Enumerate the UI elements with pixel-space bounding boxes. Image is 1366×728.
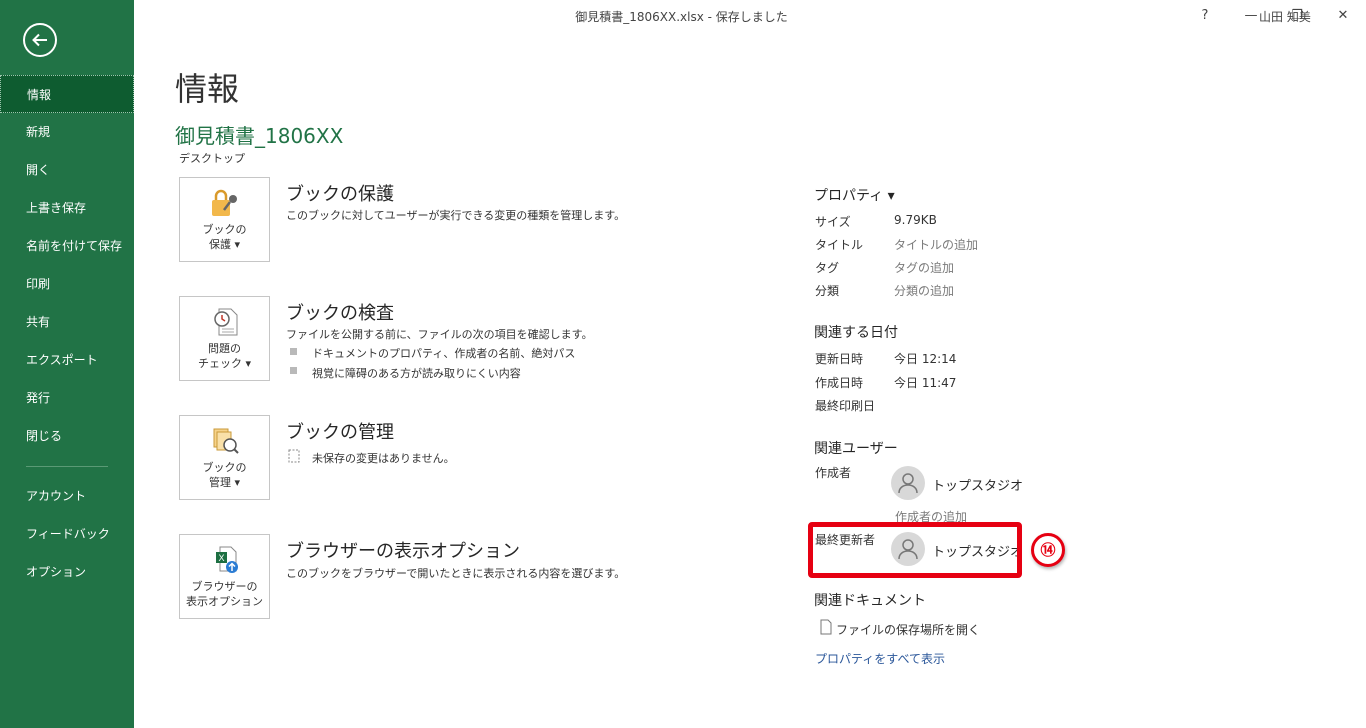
protect-description: このブックに対してユーザーが実行できる変更の種類を管理します。 (286, 209, 626, 222)
inspect-bullet: 視覚に障碍のある方が読み取りにくい内容 (312, 367, 521, 380)
file-location: デスクトップ (179, 152, 245, 165)
nav-open[interactable]: 開く (0, 151, 134, 189)
backstage-sidebar: 情報 新規 開く 上書き保存 名前を付けて保存 印刷 共有 エクスポート 発行 … (0, 0, 134, 728)
nav-new[interactable]: 新規 (0, 113, 134, 151)
person-icon (898, 473, 918, 494)
bullet-marker (290, 348, 297, 355)
manage-button-label: ブックの 管理 ▾ (202, 461, 247, 489)
back-button[interactable] (23, 23, 57, 57)
modified-label: 更新日時 (815, 352, 864, 366)
nav-save-as[interactable]: 名前を付けて保存 (0, 227, 134, 265)
category-field[interactable]: 分類の追加 (894, 282, 954, 299)
related-documents-heading: 関連ドキュメント (814, 593, 926, 609)
tag-label: タグ (815, 261, 840, 275)
nav-export[interactable]: エクスポート (0, 341, 134, 379)
browser-view-description: このブックをブラウザーで開いたときに表示される内容を選びます。 (286, 567, 626, 580)
browser-view-options-button[interactable]: X ブラウザーの 表示オプション (179, 534, 270, 619)
author-label: 作成者 (815, 466, 852, 480)
created-label: 作成日時 (815, 376, 864, 390)
size-value: 9.79KB (894, 213, 937, 227)
manage-title: ブックの管理 (286, 422, 394, 443)
window-title: 御見積書_1806XX.xlsx - 保存しました (575, 10, 788, 24)
size-label: サイズ (815, 215, 851, 229)
bullet-marker (290, 367, 297, 374)
created-value: 今日 11:47 (894, 376, 957, 390)
nav-account[interactable]: アカウント (0, 477, 134, 515)
manage-description: 未保存の変更はありません。 (312, 452, 455, 465)
browser-view-title: ブラウザーの表示オプション (286, 541, 520, 562)
help-button[interactable]: ? (1190, 5, 1220, 27)
excel-browser-icon: X (216, 546, 238, 573)
nav-close[interactable]: 閉じる (0, 417, 134, 455)
nav-save[interactable]: 上書き保存 (0, 189, 134, 227)
nav-print[interactable]: 印刷 (0, 265, 134, 303)
related-people-heading: 関連ユーザー (814, 441, 898, 457)
check-issues-button[interactable]: 問題の チェック ▾ (179, 296, 270, 381)
author-name[interactable]: トップスタジオ (932, 475, 1023, 494)
modified-value: 今日 12:14 (894, 352, 957, 366)
title-bar: 御見積書_1806XX.xlsx - 保存しました 山田 知美 ? — ❐ ✕ (134, 0, 1366, 32)
title-label: タイトル (815, 238, 864, 252)
category-label: 分類 (815, 284, 840, 298)
manage-versions-icon (213, 428, 239, 454)
document-icon (820, 619, 832, 635)
file-name: 御見積書_1806XX (175, 124, 344, 148)
last-printed-label: 最終印刷日 (815, 399, 876, 413)
minimize-button[interactable]: — (1236, 5, 1266, 27)
inspect-title: ブックの検査 (286, 303, 394, 324)
browser-view-button-label: ブラウザーの 表示オプション (186, 580, 263, 608)
svg-text:X: X (219, 553, 225, 563)
title-field[interactable]: タイトルの追加 (894, 236, 978, 253)
inspect-document-icon (214, 308, 238, 336)
manage-workbook-button[interactable]: ブックの 管理 ▾ (179, 415, 270, 500)
annotation-highlight-box (808, 522, 1022, 578)
protect-button-label: ブックの 保護 ▾ (202, 223, 247, 251)
protect-title: ブックの保護 (286, 184, 394, 205)
page-title: 情報 (175, 70, 240, 108)
close-button[interactable]: ✕ (1328, 5, 1358, 27)
annotation-step-badge: ⑭ (1031, 533, 1065, 567)
nav-share[interactable]: 共有 (0, 303, 134, 341)
properties-dropdown[interactable]: プロパティ ▾ (814, 185, 895, 205)
nav-publish[interactable]: 発行 (0, 379, 134, 417)
protect-workbook-button[interactable]: ブックの 保護 ▾ (179, 177, 270, 262)
arrow-left-icon (32, 33, 47, 47)
open-file-location-link[interactable]: ファイルの保存場所を開く (836, 621, 980, 638)
inspect-bullet: ドキュメントのプロパティ、作成者の名前、絶対パス (312, 347, 576, 360)
check-issues-button-label: 問題の チェック ▾ (197, 342, 252, 370)
inspect-description: ファイルを公開する前に、ファイルの次の項目を確認します。 (286, 328, 593, 341)
show-all-properties-link[interactable]: プロパティをすべて表示 (815, 650, 945, 667)
tag-field[interactable]: タグの追加 (894, 259, 954, 276)
nav-options[interactable]: オプション (0, 553, 134, 591)
author-avatar (891, 466, 925, 500)
sidebar-divider (26, 466, 108, 467)
lock-key-icon (212, 189, 237, 216)
document-dashed-icon (288, 449, 300, 463)
restore-button[interactable]: ❐ (1282, 5, 1312, 27)
nav-info[interactable]: 情報 (0, 75, 134, 113)
nav-feedback[interactable]: フィードバック (0, 515, 134, 553)
related-dates-heading: 関連する日付 (814, 325, 898, 341)
